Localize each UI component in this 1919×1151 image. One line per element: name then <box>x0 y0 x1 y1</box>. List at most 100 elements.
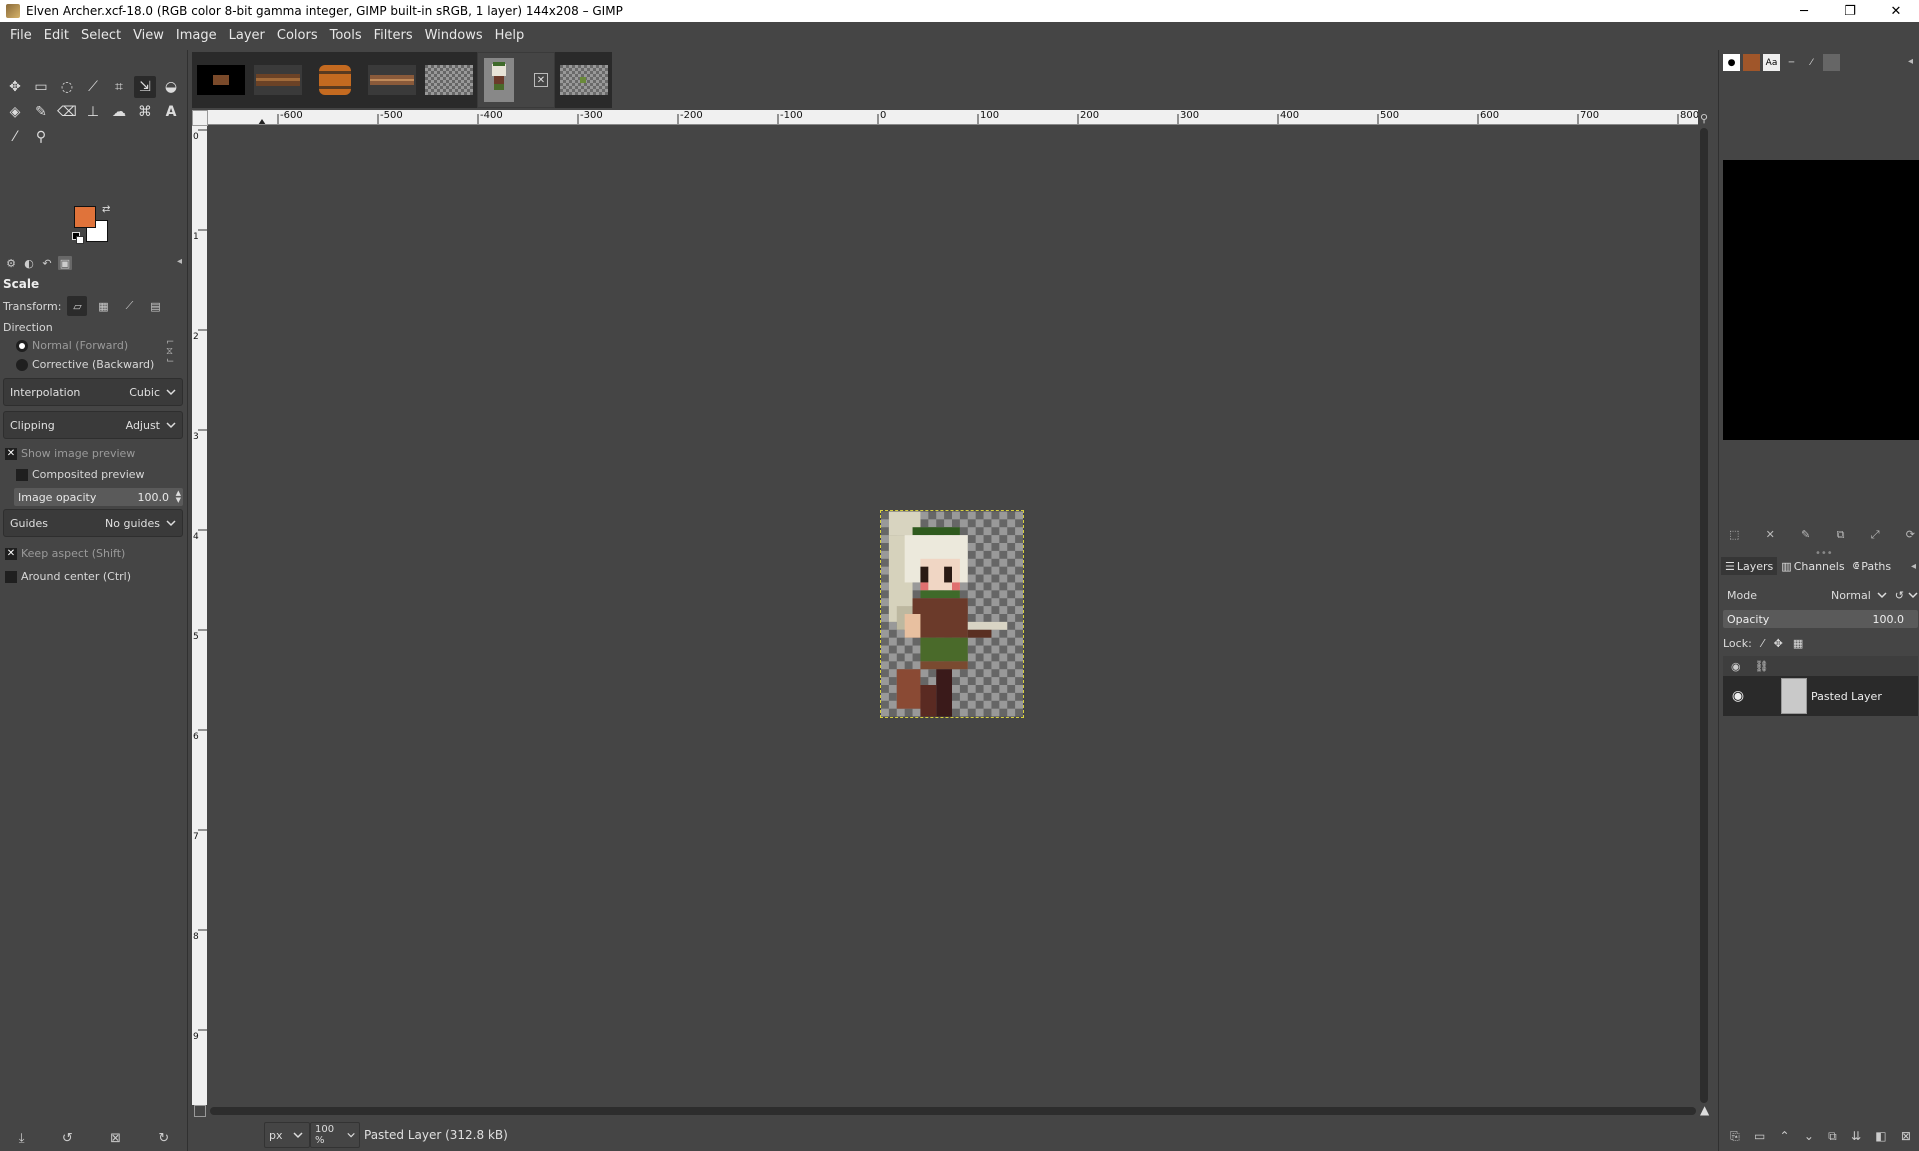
duplicate-layer-icon[interactable]: ⧉ <box>1828 1129 1837 1144</box>
maximize-button[interactable]: ❐ <box>1827 0 1873 22</box>
undo-history-tab-icon[interactable]: ↶ <box>40 256 54 270</box>
raise-layer-icon[interactable]: ⌃ <box>1780 1129 1790 1143</box>
transform-layer-icon[interactable]: ▱ <box>67 296 88 316</box>
lock-position-icon[interactable]: ✥ <box>1774 637 1783 650</box>
lock-alpha-icon[interactable]: ▦ <box>1793 637 1803 650</box>
delete-icon[interactable]: ✕ <box>1766 528 1775 542</box>
vertical-scroll-thumb[interactable] <box>1700 128 1708 1103</box>
color-picker-tool-icon[interactable]: ⁄ <box>4 126 26 148</box>
menu-select[interactable]: Select <box>75 22 127 50</box>
zoom-image-icon[interactable]: ⚲ <box>1696 110 1712 126</box>
close-window-button[interactable]: ✕ <box>1873 0 1919 22</box>
image-tab-elven-archer[interactable]: ✕ <box>477 52 555 108</box>
spin-arrows-icon[interactable]: ▲ ▼ <box>176 490 181 504</box>
direction-forward-option[interactable]: Normal (Forward) <box>16 339 128 352</box>
delete-options-icon[interactable]: ⊠ <box>110 1131 121 1146</box>
image-tab-7[interactable] <box>555 52 612 108</box>
menu-image[interactable]: Image <box>170 22 223 50</box>
around-center-checkbox[interactable] <box>5 570 17 583</box>
mask-icon[interactable]: ◧ <box>1875 1129 1886 1143</box>
text-tool-icon[interactable]: A <box>160 101 182 123</box>
menu-colors[interactable]: Colors <box>271 22 324 50</box>
image-opacity-spinner[interactable]: Image opacity 100.0 ▲ ▼ <box>14 488 183 506</box>
image-tab-1[interactable] <box>192 52 249 108</box>
layer-mode-row[interactable]: Mode Normal ↺ <box>1723 582 1918 608</box>
transform-selection-icon[interactable]: ▦ <box>93 296 113 316</box>
layer-name[interactable]: Pasted Layer <box>1811 690 1882 703</box>
save-options-icon[interactable]: ⤓ <box>19 1131 25 1146</box>
smudge-tool-icon[interactable]: ☁ <box>108 101 130 123</box>
images-tab-icon[interactable]: ▣ <box>58 256 72 270</box>
move-tool-icon[interactable]: ✥ <box>4 76 26 98</box>
composited-preview-option[interactable]: Composited preview <box>16 468 145 481</box>
menu-layer[interactable]: Layer <box>223 22 271 50</box>
zoom-selector[interactable]: 100 % <box>310 1122 360 1148</box>
menu-windows[interactable]: Windows <box>419 22 489 50</box>
radio-forward[interactable] <box>16 339 28 352</box>
patterns-tab-icon[interactable] <box>1743 54 1760 71</box>
reset-mode-icon[interactable]: ↺ <box>1895 589 1904 602</box>
new-group-icon[interactable]: ▭ <box>1754 1129 1765 1143</box>
horizontal-scroll-thumb[interactable] <box>210 1107 1696 1115</box>
guides-combo[interactable]: Guides No guides <box>3 509 183 537</box>
close-tab-icon[interactable]: ✕ <box>534 73 548 87</box>
rect-select-tool-icon[interactable]: ▭ <box>30 76 52 98</box>
image-tab-3[interactable] <box>306 52 363 108</box>
layer-row[interactable]: ◉ Pasted Layer <box>1723 676 1918 716</box>
new-layer-icon[interactable]: ⎘ <box>1730 1129 1740 1144</box>
dock-config-icon[interactable]: ◂ <box>1908 56 1913 67</box>
tool-presets-tab-icon[interactable]: ─ <box>1783 54 1800 71</box>
duplicate-icon[interactable]: ⧉ <box>1837 528 1845 542</box>
image-tab-4[interactable] <box>363 52 420 108</box>
transform-path-icon[interactable]: ⟋ <box>119 296 139 316</box>
crop-tool-icon[interactable]: ⌗ <box>108 76 130 98</box>
image-tab-2[interactable] <box>249 52 306 108</box>
delete-layer-icon[interactable]: ⊠ <box>1901 1129 1911 1143</box>
vertical-scrollbar[interactable] <box>1698 128 1710 1103</box>
tab-paths[interactable]: ⟃ Paths <box>1849 557 1896 575</box>
tool-options-tab-icon[interactable]: ⚙ <box>4 256 18 270</box>
eraser-tool-icon[interactable]: ⌫ <box>56 101 78 123</box>
transform-image-icon[interactable]: ▤ <box>145 296 165 316</box>
foreground-color-swatch[interactable] <box>74 206 96 228</box>
keep-aspect-checkbox[interactable]: ✕ <box>5 547 17 560</box>
show-preview-option[interactable]: ✕ Show image preview <box>5 447 135 460</box>
quick-mask-toggle[interactable] <box>194 1105 206 1117</box>
menu-help[interactable]: Help <box>489 22 531 50</box>
lock-pixels-icon[interactable]: ⁄ <box>1762 637 1764 650</box>
horizontal-scrollbar[interactable] <box>208 1105 1698 1117</box>
new-icon[interactable]: ⤢ <box>1871 528 1880 542</box>
clone-tool-icon[interactable]: ⊥ <box>82 101 104 123</box>
menu-filters[interactable]: Filters <box>368 22 419 50</box>
device-status-tab-icon[interactable]: ◐ <box>22 256 36 270</box>
free-select-tool-icon[interactable]: ◌ <box>56 76 78 98</box>
menu-file[interactable]: File <box>4 22 38 50</box>
interpolation-combo[interactable]: Interpolation Cubic <box>3 378 183 406</box>
menu-view[interactable]: View <box>127 22 170 50</box>
default-colors-icon[interactable] <box>72 232 84 244</box>
layer-opacity-spinner[interactable]: Opacity 100.0 <box>1723 610 1918 628</box>
swap-colors-icon[interactable]: ⇄ <box>102 204 110 215</box>
image-tab-5[interactable] <box>420 52 477 108</box>
paths-tool-icon[interactable]: ⌘ <box>134 101 156 123</box>
dock-config-icon[interactable]: ◂ <box>1911 561 1916 572</box>
navigate-icon[interactable]: ▲ <box>1700 1103 1709 1117</box>
paintbrush-tool-icon[interactable]: ✎ <box>30 101 52 123</box>
edit-icon[interactable]: ✎ <box>1801 528 1810 542</box>
composited-preview-checkbox[interactable] <box>16 468 28 481</box>
minimize-button[interactable]: ─ <box>1781 0 1827 22</box>
bucket-fill-tool-icon[interactable]: ◈ <box>4 101 26 123</box>
eye-icon[interactable]: ◉ <box>1723 688 1753 704</box>
around-center-option[interactable]: Around center (Ctrl) <box>5 570 131 583</box>
menu-edit[interactable]: Edit <box>38 22 75 50</box>
dock-config-icon[interactable]: ◂ <box>177 256 182 267</box>
fonts-tab-icon[interactable]: Aa <box>1763 54 1780 71</box>
paint-dynamics-tab-icon[interactable]: ⁄ <box>1803 54 1820 71</box>
brushes-tab-icon[interactable]: ● <box>1723 54 1740 71</box>
zoom-tool-icon[interactable]: ⚲ <box>30 126 52 148</box>
tab-layers[interactable]: ☰ Layers <box>1721 557 1778 575</box>
unit-selector[interactable]: px <box>264 1122 310 1148</box>
merge-layer-icon[interactable]: ⇊ <box>1851 1129 1861 1143</box>
warp-tool-icon[interactable]: ◒ <box>160 76 182 98</box>
radio-backward[interactable] <box>16 358 28 371</box>
